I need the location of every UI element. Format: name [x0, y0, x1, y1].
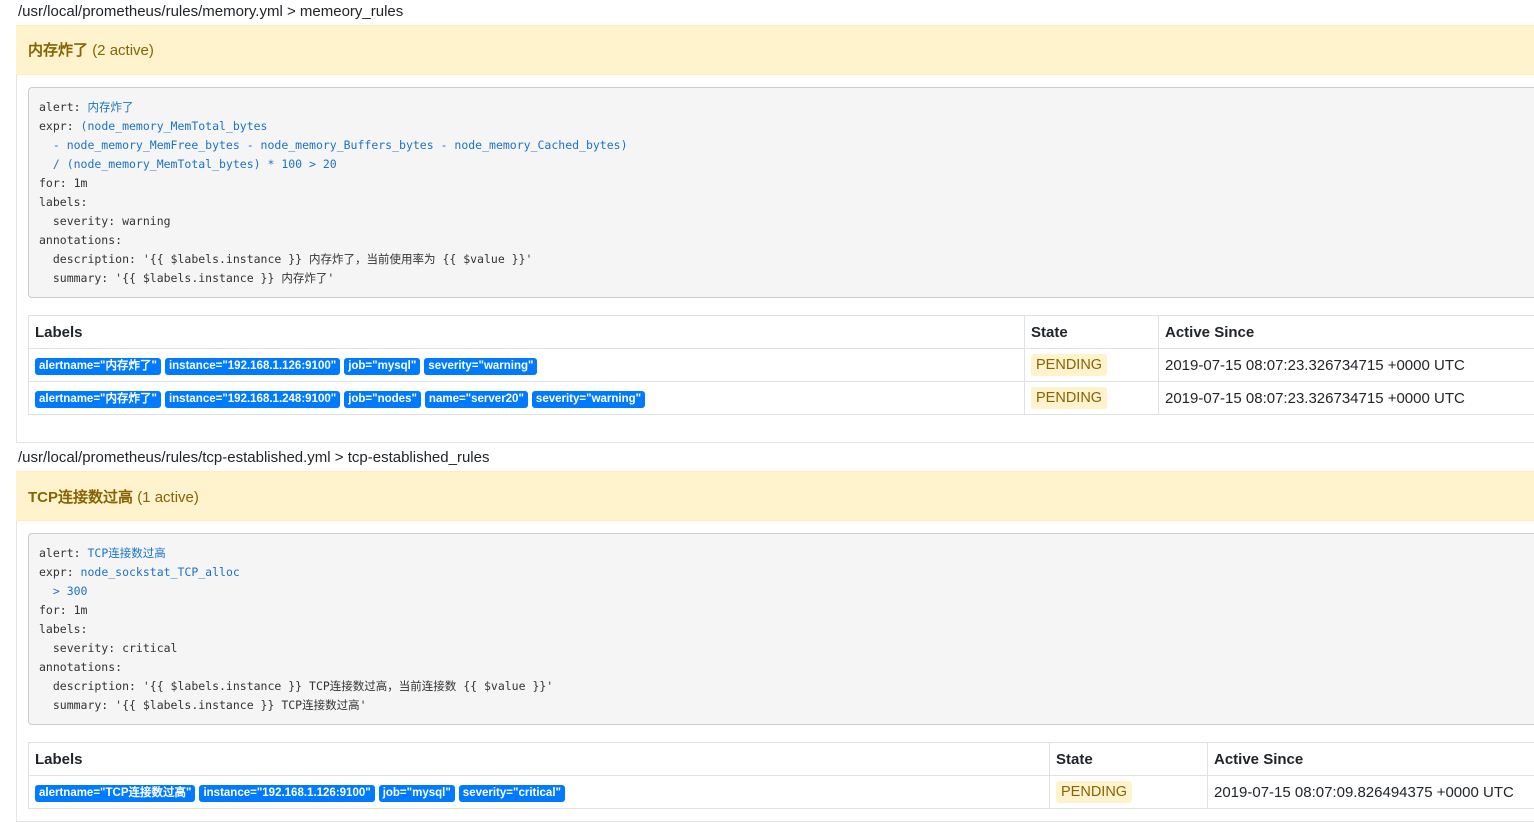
label-badge: alertname="内存炸了"	[35, 358, 161, 375]
definition-line: severity: critical	[39, 639, 1524, 658]
rule-name: TCP连接数过高	[28, 489, 133, 506]
definition-line: labels:	[39, 620, 1524, 639]
definition-key: labels:	[39, 622, 87, 636]
definition-line: labels:	[39, 193, 1524, 212]
label-badge: alertname="TCP连接数过高"	[35, 785, 195, 802]
label-badge: job="nodes"	[344, 391, 421, 408]
label-badge: job="mysql"	[344, 358, 420, 375]
label-badge: instance="192.168.1.126:9100"	[199, 785, 374, 802]
group-path: /usr/local/prometheus/rules/memory.yml >…	[18, 2, 403, 22]
alert-row: alertname="TCP连接数过高"instance="192.168.1.…	[29, 776, 1534, 809]
alerts-table: Labels State Active Since alertname="TCP…	[28, 742, 1534, 809]
definition-key: annotations:	[39, 660, 122, 674]
definition-key: annotations:	[39, 233, 122, 247]
label-badge: severity="warning"	[424, 358, 537, 375]
state-cell: PENDING	[1025, 382, 1159, 415]
rule-definition: alert: 内存炸了expr: (node_memory_MemTotal_b…	[28, 87, 1534, 298]
definition-key: severity: warning	[39, 214, 171, 228]
definition-key: labels:	[39, 195, 87, 209]
group-path: /usr/local/prometheus/rules/tcp-establis…	[18, 448, 489, 468]
definition-line: / (node_memory_MemTotal_bytes) * 100 > 2…	[39, 155, 1524, 174]
definition-value: / (node_memory_MemTotal_bytes) * 100 > 2…	[39, 157, 337, 171]
state-badge: PENDING	[1031, 354, 1107, 376]
rule-name: 内存炸了	[28, 42, 88, 59]
definition-line: annotations:	[39, 231, 1524, 250]
label-badge: alertname="内存炸了"	[35, 391, 161, 408]
definition-value: - node_memory_MemFree_bytes - node_memor…	[39, 138, 628, 152]
active-since-header: Active Since	[1208, 743, 1534, 776]
definition-key: summary: '{{ $labels.instance }} TCP连接数过…	[39, 698, 367, 712]
labels-header: Labels	[29, 316, 1025, 349]
definition-line: severity: warning	[39, 212, 1524, 231]
rule-header[interactable]: 内存炸了 (2 active)	[16, 25, 1534, 75]
definition-line: annotations:	[39, 658, 1524, 677]
definition-value: TCP连接数过高	[87, 546, 165, 560]
definition-key: for: 1m	[39, 603, 87, 617]
definition-value: 内存炸了	[87, 100, 133, 114]
definition-line: summary: '{{ $labels.instance }} TCP连接数过…	[39, 696, 1524, 715]
state-cell: PENDING	[1050, 776, 1208, 809]
definition-line: > 300	[39, 582, 1524, 601]
state-header: State	[1025, 316, 1159, 349]
active-since-cell: 2019-07-15 08:07:09.826494375 +0000 UTC	[1208, 776, 1534, 809]
definition-line: - node_memory_MemFree_bytes - node_memor…	[39, 136, 1524, 155]
alerts-table: Labels State Active Since alertname="内存炸…	[28, 315, 1534, 415]
state-header: State	[1050, 743, 1208, 776]
definition-line: for: 1m	[39, 601, 1524, 620]
definition-key: description: '{{ $labels.instance }} TCP…	[39, 679, 553, 693]
definition-line: summary: '{{ $labels.instance }} 内存炸了'	[39, 269, 1524, 288]
rule-definition: alert: TCP连接数过高expr: node_sockstat_TCP_a…	[28, 533, 1534, 725]
active-since-cell: 2019-07-15 08:07:23.326734715 +0000 UTC	[1159, 382, 1534, 415]
definition-key: summary: '{{ $labels.instance }} 内存炸了'	[39, 271, 334, 285]
definition-key: description: '{{ $labels.instance }} 内存炸…	[39, 252, 532, 266]
definition-key: severity: critical	[39, 641, 177, 655]
label-badge: job="mysql"	[379, 785, 455, 802]
active-count: (1 active)	[137, 489, 199, 506]
label-badge: severity="warning"	[532, 391, 645, 408]
definition-value: (node_memory_MemTotal_bytes	[81, 119, 268, 133]
labels-cell: alertname="内存炸了"instance="192.168.1.248:…	[29, 382, 1025, 415]
label-badge: instance="192.168.1.248:9100"	[165, 391, 340, 408]
definition-line: alert: 内存炸了	[39, 98, 1524, 117]
active-since-header: Active Since	[1159, 316, 1534, 349]
table-header-row: Labels State Active Since	[29, 316, 1534, 349]
definition-key: expr:	[39, 565, 81, 579]
definition-line: for: 1m	[39, 174, 1524, 193]
definition-value: node_sockstat_TCP_alloc	[81, 565, 240, 579]
definition-line: expr: node_sockstat_TCP_alloc	[39, 563, 1524, 582]
definition-key: for: 1m	[39, 176, 87, 190]
definition-line: alert: TCP连接数过高	[39, 544, 1524, 563]
labels-header: Labels	[29, 743, 1050, 776]
definition-key: alert:	[39, 546, 87, 560]
label-badge: name="server20"	[425, 391, 528, 408]
label-badge: instance="192.168.1.126:9100"	[165, 358, 340, 375]
alert-row: alertname="内存炸了"instance="192.168.1.248:…	[29, 382, 1534, 415]
state-cell: PENDING	[1025, 349, 1159, 382]
definition-value: > 300	[39, 584, 87, 598]
labels-cell: alertname="内存炸了"instance="192.168.1.126:…	[29, 349, 1025, 382]
active-count: (2 active)	[92, 42, 154, 59]
definition-line: description: '{{ $labels.instance }} 内存炸…	[39, 250, 1524, 269]
definition-key: expr:	[39, 119, 81, 133]
label-badge: severity="critical"	[459, 785, 565, 802]
rule-header[interactable]: TCP连接数过高 (1 active)	[16, 471, 1534, 521]
labels-cell: alertname="TCP连接数过高"instance="192.168.1.…	[29, 776, 1050, 809]
definition-line: expr: (node_memory_MemTotal_bytes	[39, 117, 1524, 136]
state-badge: PENDING	[1031, 387, 1107, 409]
alert-row: alertname="内存炸了"instance="192.168.1.126:…	[29, 349, 1534, 382]
active-since-cell: 2019-07-15 08:07:23.326734715 +0000 UTC	[1159, 349, 1534, 382]
state-badge: PENDING	[1056, 781, 1132, 803]
definition-line: description: '{{ $labels.instance }} TCP…	[39, 677, 1524, 696]
table-header-row: Labels State Active Since	[29, 743, 1534, 776]
definition-key: alert:	[39, 100, 87, 114]
